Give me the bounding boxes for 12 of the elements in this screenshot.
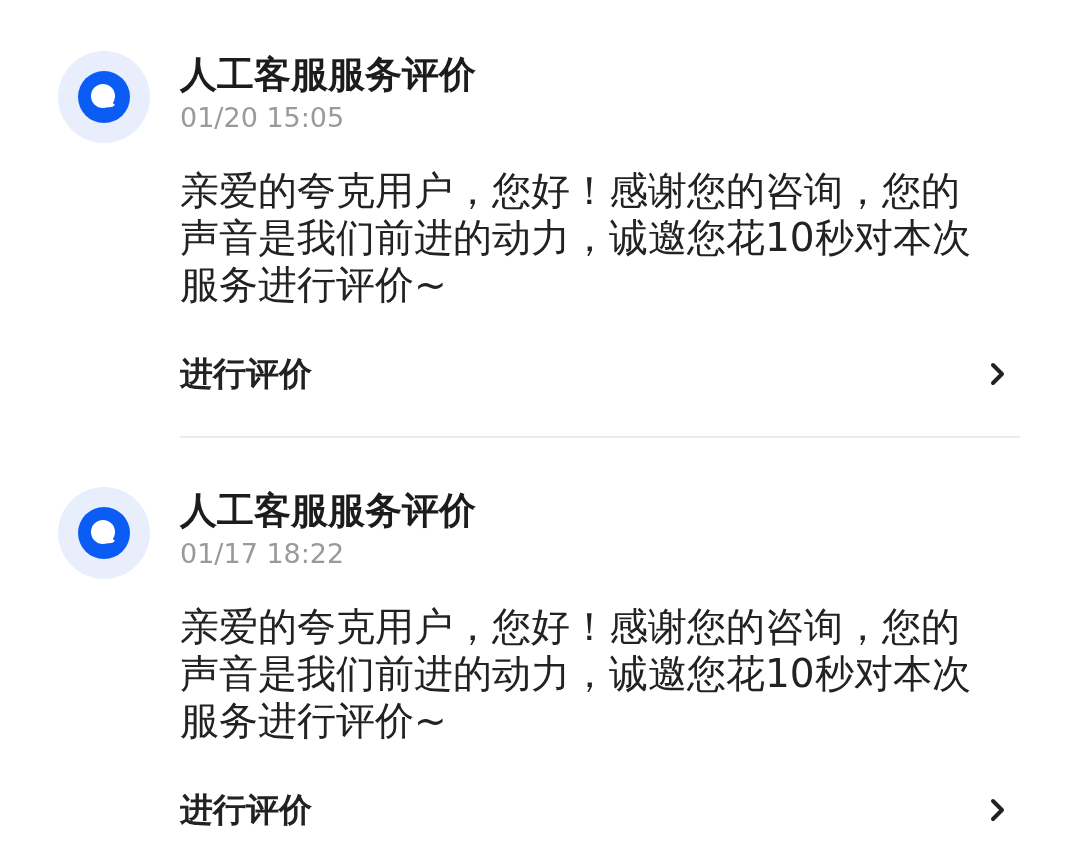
chevron-right-icon <box>990 798 1006 822</box>
app-logo-icon <box>58 487 150 579</box>
rate-button[interactable]: 进行评价 <box>180 346 1020 402</box>
message-body: 亲爱的夸克用户，您好！感谢您的咨询，您的声音是我们前进的动力，诚邀您花10秒对本次服务进行评价~ <box>180 167 972 308</box>
message-title: 人工客服服务评价 <box>180 488 477 534</box>
message-time: 01/17 18:22 <box>180 537 346 571</box>
message-body: 亲爱的夸克用户，您好！感谢您的咨询，您的声音是我们前进的动力，诚邀您花10秒对本次服务进行评价~ <box>180 603 972 744</box>
rate-button[interactable]: 进行评价 <box>180 782 1020 838</box>
message-title: 人工客服服务评价 <box>180 52 477 98</box>
app-logo-icon <box>58 51 150 143</box>
message-time: 01/20 15:05 <box>180 101 346 135</box>
chevron-right-icon <box>990 362 1006 386</box>
